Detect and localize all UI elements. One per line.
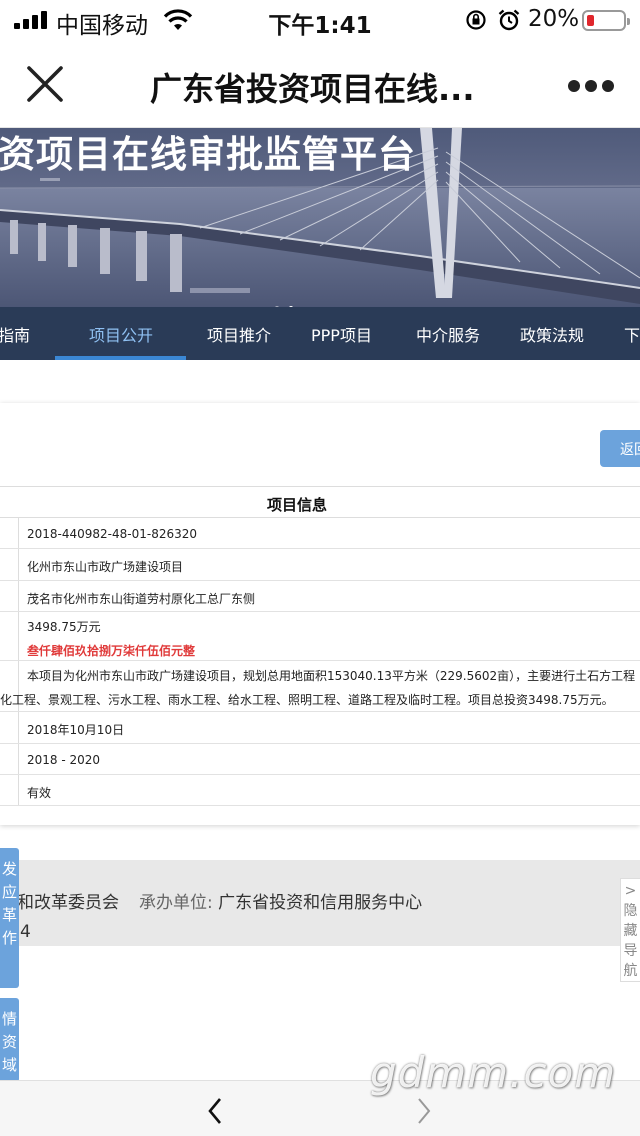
table-header: 项目信息 [0, 486, 640, 518]
close-icon[interactable] [26, 65, 64, 103]
hide-nav-char: 航 [623, 963, 638, 979]
banner-title: 资项目在线审批监管平台 [0, 133, 416, 176]
watermark: gdmm.com [370, 1048, 617, 1097]
hide-navigation-button[interactable]: > 隐 藏 导 航 [620, 878, 640, 982]
menu-item-next[interactable]: 下 [624, 322, 640, 346]
project-name-value: 化州市东山市政广场建设项目 [27, 560, 184, 574]
footer-undertaker-label: 承办单位: [139, 893, 213, 913]
table-header-title: 项目信息 [266, 496, 327, 514]
location-value: 茂名市化州市东山街道劳村原化工总厂东侧 [27, 592, 256, 606]
side-tab-char: 资 [1, 1033, 17, 1051]
more-menu-icon[interactable] [566, 80, 616, 92]
investment-capital-value: 叁仟肆佰玖拾捌万柒仟伍佰元整 [27, 644, 196, 658]
table-row-project-code: 2018-440982-48-01-826320 [0, 518, 640, 549]
hide-nav-char: 藏 [623, 923, 638, 939]
footer-line-2: 4 [20, 922, 31, 942]
description-line-2: 化工程、景观工程、污水工程、雨水工程、给水工程、照明工程、道路工程及临时工程。项… [0, 693, 614, 707]
battery-percent: 20% [528, 6, 580, 32]
side-tab-char: 情 [1, 1010, 17, 1028]
orientation-lock-icon [466, 10, 486, 30]
table-row-investment: 3498.75万元 叁仟肆佰玖拾捌万柒仟伍佰元整 [0, 612, 640, 661]
side-tab-info[interactable]: 情 资 域 [0, 998, 19, 1082]
battery-level-fill [587, 15, 594, 26]
menu-item-ppp[interactable]: PPP项目 [311, 322, 372, 346]
side-tab-char: 革 [1, 906, 17, 924]
description-line-1: 本项目为化州市东山市政广场建设项目，规划总用地面积153040.13平方米（22… [27, 669, 636, 683]
back-button[interactable]: 返回 [600, 430, 640, 467]
side-tab-char: 发 [1, 860, 17, 878]
side-tab-char: 域 [1, 1056, 17, 1074]
footer-organizer: 展和改革委员会 承办单位: 广东省投资和信用服务中心 [0, 888, 422, 913]
table-row-years: 2018 - 2020 [0, 744, 640, 775]
main-menu: 指南 项目公开 项目推介 PPP项目 中介服务 政策法规 下 [0, 307, 640, 360]
side-tab-char: 作 [1, 929, 17, 947]
menu-item-agency-services[interactable]: 中介服务 [416, 322, 480, 346]
battery-icon [582, 10, 630, 31]
hero-banner[interactable]: 资项目在线审批监管平台 [0, 128, 640, 308]
menu-item-guide[interactable]: 指南 [0, 322, 30, 346]
project-code-value: 2018-440982-48-01-826320 [27, 527, 198, 541]
side-tab-char: 应 [1, 883, 17, 901]
back-arrow-icon[interactable] [205, 1097, 225, 1125]
menu-item-project-promotion[interactable]: 项目推介 [207, 322, 271, 346]
investment-value: 3498.75万元 [27, 620, 101, 634]
table-row-location: 茂名市化州市东山街道劳村原化工总厂东侧 [0, 581, 640, 612]
status-bar: 中国移动 下午1:41 20% [0, 0, 640, 40]
menu-item-project-public[interactable]: 项目公开 [89, 322, 153, 346]
table-row-project-name: 化州市东山市政广场建设项目 [0, 549, 640, 581]
forward-arrow-icon[interactable] [414, 1097, 434, 1125]
status-value: 有效 [27, 786, 52, 800]
footer-undertaker-value: 广东省投资和信用服务中心 [218, 893, 423, 913]
side-tab-reform[interactable]: 发 应 革 作 [0, 848, 19, 988]
date-value: 2018年10月10日 [27, 723, 125, 737]
table-row-status: 有效 [0, 775, 640, 806]
page-title: 广东省投资项目在线... [150, 70, 475, 108]
table-row-description: 本项目为化州市东山市政广场建设项目，规划总用地面积153040.13平方米（22… [0, 661, 640, 712]
hide-nav-char: 隐 [623, 903, 638, 919]
chevron-right-icon: > [624, 883, 637, 899]
menu-item-policies[interactable]: 政策法规 [520, 322, 584, 346]
alarm-icon [498, 9, 520, 31]
years-value: 2018 - 2020 [27, 753, 101, 767]
nav-bar: 广东省投资项目在线... [0, 40, 640, 128]
hide-nav-char: 导 [623, 943, 638, 959]
table-row-date: 2018年10月10日 [0, 712, 640, 744]
